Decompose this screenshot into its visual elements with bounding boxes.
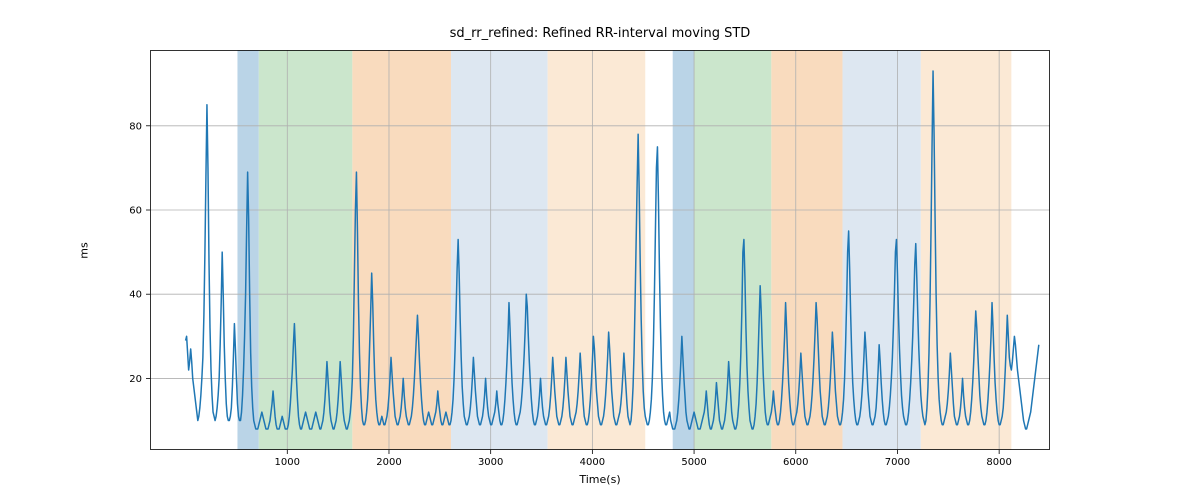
x-tick-label: 7000	[885, 457, 910, 468]
y-tick-label: 40	[129, 290, 142, 301]
x-tick-label: 1000	[275, 457, 300, 468]
shaded-region	[451, 50, 548, 450]
plot-area: 1000200030004000500060007000800020406080	[150, 50, 1050, 450]
y-tick-label: 60	[129, 206, 142, 217]
y-ticks: 20 40 60 80	[129, 121, 150, 385]
plot-svg: 1000200030004000500060007000800020406080	[150, 50, 1050, 450]
x-tick-label: 2000	[376, 457, 401, 468]
shaded-region	[237, 50, 258, 450]
shaded-region	[673, 50, 694, 450]
y-tick-label: 20	[129, 374, 142, 385]
y-axis-label-container: ms	[74, 0, 94, 500]
x-ticks: 1000 2000 3000 4000 5000 6000 7000 8000	[275, 450, 1012, 468]
x-tick-label: 5000	[681, 457, 706, 468]
x-tick-label: 4000	[580, 457, 605, 468]
chart-title: sd_rr_refined: Refined RR-interval movin…	[0, 26, 1200, 41]
y-tick-label: 80	[129, 121, 142, 132]
figure: sd_rr_refined: Refined RR-interval movin…	[0, 0, 1200, 500]
x-tick-label: 3000	[478, 457, 503, 468]
shaded-region	[694, 50, 771, 450]
y-axis-label: ms	[77, 242, 90, 258]
x-tick-label: 8000	[986, 457, 1011, 468]
shaded-region	[352, 50, 451, 450]
x-axis-label: Time(s)	[0, 473, 1200, 486]
x-tick-label: 6000	[783, 457, 808, 468]
